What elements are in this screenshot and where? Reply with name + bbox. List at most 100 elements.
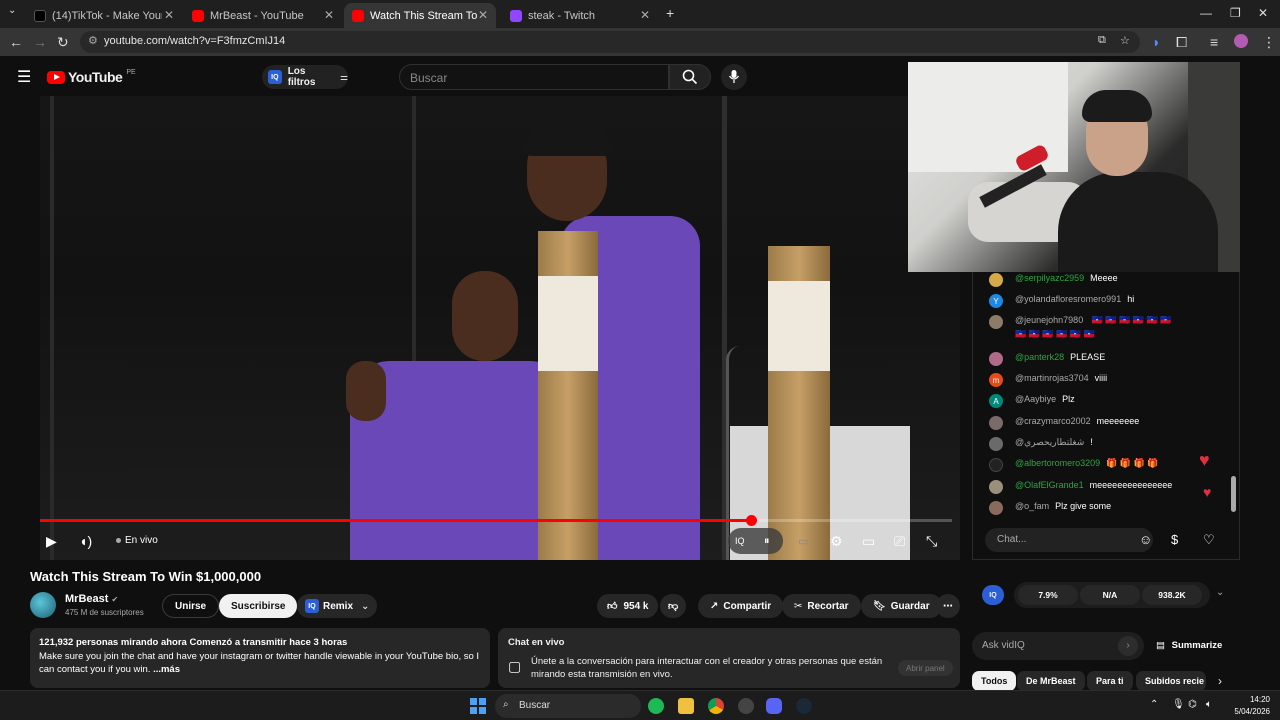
filters-button[interactable]: IQ Los filtros ⚌ bbox=[262, 65, 348, 89]
search-button[interactable] bbox=[669, 64, 711, 90]
tab-mrbeast-youtube[interactable]: MrBeast - YouTube ✕ bbox=[184, 3, 342, 28]
speaker-icon[interactable]: 🔈︎ bbox=[1206, 699, 1212, 710]
reload-icon[interactable]: ↻ bbox=[57, 34, 69, 51]
chat-author[interactable]: @yolandafloresromero991 bbox=[1015, 294, 1121, 304]
chip-from-channel[interactable]: De MrBeast bbox=[1017, 671, 1085, 691]
clip-button[interactable]: ✂ Recortar bbox=[782, 594, 861, 618]
avatar[interactable] bbox=[989, 352, 1003, 366]
minimize-icon[interactable]: — bbox=[1200, 6, 1212, 20]
reading-list-icon[interactable]: ≡ bbox=[1210, 34, 1218, 50]
file-explorer-icon[interactable] bbox=[678, 698, 694, 714]
avatar[interactable] bbox=[989, 416, 1003, 430]
tab-watch-stream[interactable]: Watch This Stream To Win $1,0 ✕ bbox=[344, 3, 496, 28]
avatar[interactable] bbox=[989, 480, 1003, 494]
tab-twitch[interactable]: steak - Twitch ✕ bbox=[502, 3, 658, 28]
more-actions-button[interactable]: ⋯ bbox=[936, 594, 960, 618]
avatar[interactable] bbox=[989, 315, 1003, 329]
chat-author[interactable]: @martinrojas3704 bbox=[1015, 373, 1089, 383]
obs-icon[interactable] bbox=[738, 698, 754, 714]
bookmark-star-icon[interactable]: ☆ bbox=[1120, 34, 1130, 47]
chat-author[interactable]: @albertoromero3209 bbox=[1015, 458, 1100, 468]
maximize-icon[interactable]: ❐ bbox=[1230, 6, 1241, 20]
chrome-icon[interactable] bbox=[708, 698, 724, 714]
emoji-icon[interactable]: ☺ bbox=[1139, 532, 1152, 547]
fullscreen-icon[interactable]: ⤡ bbox=[926, 533, 937, 550]
search-input[interactable]: Buscar bbox=[399, 64, 669, 90]
settings-gear-icon[interactable]: ⚙ bbox=[830, 533, 843, 550]
chat-input[interactable]: Chat... bbox=[985, 528, 1153, 552]
steam-icon[interactable] bbox=[796, 698, 812, 714]
avatar[interactable]: m bbox=[989, 373, 1003, 387]
network-icon[interactable]: ⌬ bbox=[1188, 699, 1197, 710]
close-icon[interactable]: ✕ bbox=[478, 8, 488, 22]
spotify-icon[interactable] bbox=[648, 698, 664, 714]
close-icon[interactable]: ✕ bbox=[324, 8, 334, 22]
description-box[interactable]: 121,932 personas mirando ahora Comenzó a… bbox=[30, 628, 490, 688]
chat-author[interactable]: @panterk28 bbox=[1015, 352, 1064, 362]
close-icon[interactable]: ✕ bbox=[640, 8, 650, 22]
channel-avatar[interactable] bbox=[30, 592, 56, 618]
chip-for-you[interactable]: Para ti bbox=[1087, 671, 1133, 691]
progress-bar[interactable] bbox=[40, 515, 952, 526]
chat-author[interactable]: @o_fam bbox=[1015, 501, 1049, 511]
send-icon[interactable]: › bbox=[1118, 636, 1138, 656]
subtitles-icon[interactable]: ▭ bbox=[798, 535, 808, 548]
chat-scrollbar[interactable] bbox=[1231, 476, 1236, 512]
back-icon[interactable]: ← bbox=[9, 34, 23, 50]
volume-icon[interactable]: ◖) bbox=[79, 533, 92, 549]
microphone-icon[interactable]: 🎙︎ bbox=[1172, 699, 1185, 710]
voice-search-button[interactable] bbox=[721, 64, 747, 90]
open-panel-button[interactable]: Abrir panel bbox=[898, 660, 953, 676]
chat-author[interactable]: @serpilyazc2959 bbox=[1015, 273, 1084, 283]
chat-author[interactable]: @crazymarco2002 bbox=[1015, 416, 1091, 426]
extensions-puzzle-icon[interactable]: ⧠ bbox=[1176, 34, 1187, 51]
share-button[interactable]: ↗ Compartir bbox=[698, 594, 784, 618]
discord-icon[interactable] bbox=[766, 698, 782, 714]
subscribe-button[interactable]: Suscribirse bbox=[219, 594, 298, 618]
live-indicator[interactable]: En vivo bbox=[116, 535, 158, 546]
chat-author[interactable]: @OlafElGrande1 bbox=[1015, 480, 1084, 490]
pause-circle-icon[interactable]: ⏸ bbox=[764, 535, 770, 548]
avatar[interactable] bbox=[989, 437, 1003, 451]
menu-kebab-icon[interactable]: ⋮ bbox=[1262, 34, 1276, 51]
remix-button[interactable]: IQ Remix ⌄ bbox=[297, 594, 378, 618]
forward-icon[interactable]: → bbox=[33, 34, 47, 50]
clock[interactable]: 14:20 5/04/2026 bbox=[1228, 694, 1270, 718]
summarize-button[interactable]: ▤ Summarize bbox=[1156, 640, 1222, 651]
chat-author[interactable]: @jeunejohn7980 bbox=[1015, 315, 1083, 325]
video-player[interactable]: ▶ ◖) En vivo IQ ⏸ ▭ ⚙ ▭ ⎚ ⤡ bbox=[0, 96, 960, 560]
avatar[interactable] bbox=[989, 273, 1003, 287]
profile-avatar[interactable] bbox=[1234, 34, 1248, 48]
dislike-button[interactable]: 👎︎ bbox=[660, 594, 687, 618]
plus-icon[interactable]: + bbox=[666, 5, 674, 21]
windows-start-icon[interactable] bbox=[470, 698, 486, 714]
play-icon[interactable]: ▶ bbox=[46, 533, 57, 550]
vidiq-icon[interactable]: IQ bbox=[735, 536, 745, 546]
tab-list-icon[interactable]: ⌄ bbox=[8, 5, 16, 16]
url-field[interactable]: ⚙ youtube.com/watch?v=F3fmzCmIJ14 ⧉ ☆ bbox=[80, 31, 1140, 53]
chat-author[interactable]: @Aaybiye bbox=[1015, 394, 1056, 404]
hamburger-menu-icon[interactable]: ☰ bbox=[17, 67, 31, 87]
join-button[interactable]: Unirse bbox=[162, 594, 220, 618]
close-icon[interactable]: ✕ bbox=[164, 8, 174, 22]
install-icon[interactable]: ⧉ bbox=[1098, 34, 1106, 47]
show-more-link[interactable]: ...más bbox=[153, 664, 180, 675]
avatar[interactable] bbox=[989, 501, 1003, 515]
chevron-right-icon[interactable]: › bbox=[1218, 674, 1222, 688]
theater-mode-icon[interactable]: ▭ bbox=[862, 533, 875, 550]
channel-name[interactable]: MrBeast ✔ bbox=[65, 593, 118, 605]
tab-tiktok[interactable]: (14)TikTok - Make Your Day ✕ bbox=[26, 3, 182, 28]
chat-author[interactable]: @شغلتطاريحصري bbox=[1015, 437, 1084, 448]
window-close-icon[interactable]: ✕ bbox=[1258, 6, 1268, 20]
vidiq-icon[interactable]: IQ bbox=[982, 585, 1004, 605]
extension-icon[interactable]: ◗ bbox=[1152, 34, 1160, 50]
chip-recently-uploaded[interactable]: Subidos recie bbox=[1136, 671, 1206, 691]
avatar[interactable]: A bbox=[989, 394, 1003, 408]
chevron-up-icon[interactable]: ⌃ bbox=[1150, 699, 1158, 710]
chevron-down-icon[interactable]: ⌄ bbox=[1216, 587, 1224, 598]
site-info-icon[interactable]: ⚙ bbox=[88, 34, 98, 47]
chip-all[interactable]: Todos bbox=[972, 671, 1017, 691]
cast-icon[interactable]: ⎚ bbox=[894, 533, 905, 550]
like-button[interactable]: 👍︎ 954 k bbox=[597, 594, 659, 618]
heart-icon[interactable]: ♡ bbox=[1203, 532, 1215, 548]
